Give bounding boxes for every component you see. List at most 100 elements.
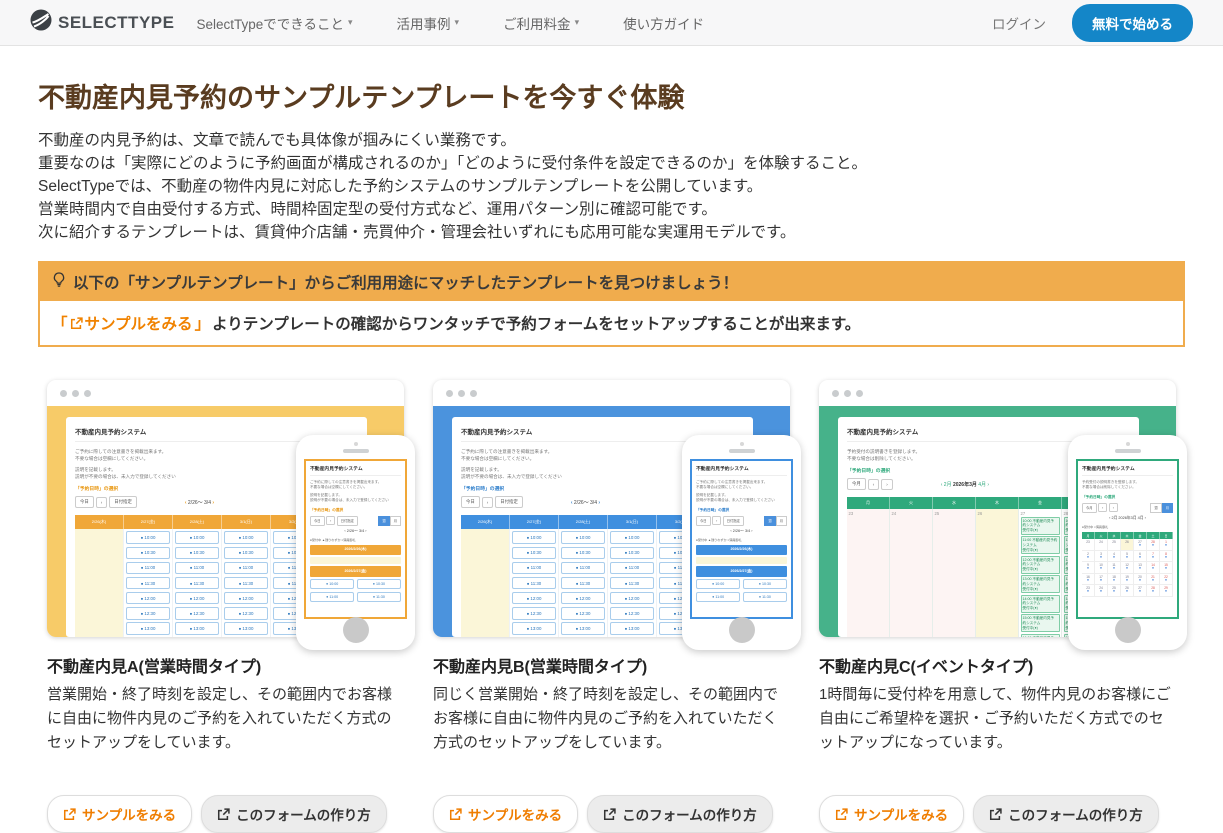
- mockup-chip-l2: 受付中(●): [1023, 567, 1058, 572]
- mockup-slot: ● 11:30: [610, 577, 654, 590]
- mockup-mc-cell: 28●: [1147, 539, 1160, 550]
- mockup-slot: ● 13:00: [610, 622, 654, 635]
- nav-menu-item[interactable]: 使い方ガイド: [623, 13, 708, 33]
- mockup-slot: ● 11:30: [126, 577, 170, 590]
- mockup-cal-date: 27: [1021, 511, 1060, 516]
- mockup-sch-col: ● 10:00● 10:30● 11:00● 11:30● 12:00● 12:…: [510, 529, 559, 636]
- mockup-slot: ● 13:00: [512, 622, 556, 635]
- mockup-mc-row: 23●24●25●26●27●28●29●: [1082, 585, 1173, 596]
- phone-home-button-icon: [1115, 617, 1141, 643]
- mockup-mc-dot: ●: [1082, 590, 1094, 594]
- mockup-mc-cell: 9●: [1082, 562, 1095, 573]
- mockup-slot: ● 12:00: [561, 592, 605, 605]
- mockup-cal-cell: 2710:00 不動産内見予約システム受付中(●)11:00 不動産内見予約シス…: [1019, 509, 1062, 637]
- mockup-chip-l2: 受付中(●): [1023, 528, 1058, 533]
- mockup-d: 26: [1121, 540, 1133, 544]
- template-card-c: 不動産内見予約システム 予約受付の説明書きを登録します。 不要な場合は削除してく…: [819, 380, 1176, 833]
- callout-sample-link[interactable]: 「サンプルをみる」: [52, 312, 210, 334]
- mockup-chip-l2: 受付中(●): [1023, 606, 1058, 611]
- howto-button-a[interactable]: このフォームの作り方: [201, 795, 387, 833]
- card-b-description: 同じく営業開始・終了時刻を設定し、その範囲内でお客様に自由に物件内見のご予約を入…: [433, 683, 790, 781]
- selecttype-logo[interactable]: SELECTTYPE: [30, 9, 174, 36]
- mockup-mc-cell: 3●: [1095, 551, 1108, 562]
- sample-button-b[interactable]: サンプルをみる: [433, 795, 578, 833]
- mockup-pslot: ● 10:30: [743, 579, 787, 589]
- mockup-a: 不動産内見予約システム ご予約に際しての注意書きを掲載出来ます。 不要な場合は空…: [47, 380, 404, 637]
- mockup-mc-cell: 27●: [1134, 585, 1147, 596]
- sample-button-a[interactable]: サンプルをみる: [47, 795, 192, 833]
- mockup-mc-hc: 日: [1160, 532, 1173, 540]
- card-c-description: 1時間毎に受付枠を用意して、物件内見のお客様にご自由にご希望枠を選択・ご予約いた…: [819, 683, 1176, 781]
- mockup-sch-col: ● 10:00● 10:30● 11:00● 11:30● 12:00● 12:…: [608, 529, 657, 636]
- external-link-icon: [217, 808, 230, 821]
- start-free-button[interactable]: 無料で始める: [1072, 4, 1193, 42]
- mockup-slot: ● 12:00: [126, 592, 170, 605]
- intro-line: 不動産の内見予約は、文章で読んでも具体像が掴みにくい業務です。: [38, 129, 1185, 152]
- mockup-mc-cell: 15●: [1160, 562, 1173, 573]
- mockup-mc-dot: ●: [1121, 590, 1133, 594]
- mockup-mc-dot: ●: [1134, 544, 1146, 548]
- mockup-chip-l1: 13:00 不動産内見予約システム: [1023, 577, 1058, 586]
- nav-right: ログイン 無料で始める: [992, 4, 1193, 42]
- mockup-mc-dot: ●: [1147, 556, 1159, 560]
- mockup-chip: 16:00 不動産内見予約システム受付中(●): [1021, 634, 1060, 637]
- nav-menu-item[interactable]: SelectTypeでできること▾: [196, 13, 352, 33]
- mockup-mc-cell: 11●: [1108, 562, 1121, 573]
- mockup-mc-row: 2324252627●28●1●: [1082, 539, 1173, 550]
- intro-line: SelectTypeでは、不動産の物件内見に対応した予約システムのサンプルテンプ…: [38, 175, 1185, 198]
- mockup-sch-col: ● 10:00● 10:30● 11:00● 11:30● 12:00● 12:…: [173, 529, 222, 636]
- mockup-chip: 12:00 不動産内見予約システム受付中(●): [1021, 556, 1060, 574]
- mockup-mc-dot: ●: [1108, 567, 1120, 571]
- mockup-mc-row: 2●3●4●5●6●7●8●: [1082, 551, 1173, 562]
- mockup-d: 24: [1095, 540, 1107, 544]
- nav-menu-item[interactable]: 活用事例▾: [397, 13, 460, 33]
- mockup-sch-hc: 3/1(日): [222, 515, 271, 529]
- mockup-slot: ● 11:00: [561, 562, 605, 575]
- mockup-slot: ● 12:00: [224, 592, 268, 605]
- mockup-pslot: ● 10:00: [310, 579, 354, 589]
- mockup-cal-hc: 木: [976, 497, 1019, 509]
- card-a-description: 営業開始・終了時刻を設定し、その範囲内でお客様に自由に物件内見のご予約を入れてい…: [47, 683, 404, 781]
- sample-button-c[interactable]: サンプルをみる: [819, 795, 964, 833]
- mockup-slot: ● 10:00: [512, 531, 556, 544]
- mockup-slot: ● 11:30: [512, 577, 556, 590]
- mockup-slot: ● 11:00: [175, 562, 219, 575]
- mockup-slot: ● 10:30: [561, 547, 605, 560]
- howto-button-c[interactable]: このフォームの作り方: [973, 795, 1159, 833]
- mockup-pslot: ● 10:30: [357, 579, 401, 589]
- mockup-slot: ● 12:30: [561, 607, 605, 620]
- mockup-cal-cell: 23: [847, 509, 890, 637]
- mockup-mc-cell: 24●: [1095, 585, 1108, 596]
- login-link[interactable]: ログイン: [992, 13, 1046, 33]
- mockup-slot: ● 11:00: [610, 562, 654, 575]
- selecttype-logo-icon: [30, 9, 52, 36]
- browser-chrome: [819, 380, 1176, 406]
- nav-menu-item[interactable]: ご利用料金▾: [503, 13, 579, 33]
- mockup-mc-dot: ●: [1134, 556, 1146, 560]
- mockup-mc-cell: 24: [1095, 539, 1108, 550]
- mockup-mc-dot: ●: [1160, 556, 1172, 560]
- mockup-mc-cell: 22●: [1160, 574, 1173, 585]
- intro-line: 重要なのは「実際にどのように予約画面が構成されるのか」「どのように受付条件を設定…: [38, 152, 1185, 175]
- mockup-chip: 14:00 不動産内見予約システム受付中(●): [1021, 595, 1060, 613]
- mockup-mc-dot: ●: [1134, 567, 1146, 571]
- mockup-mc-cell: 25●: [1108, 585, 1121, 596]
- top-navbar: SELECTTYPE SelectTypeでできること▾ 活用事例▾ ご利用料金…: [0, 0, 1223, 46]
- mockup-mc-cell: 13●: [1134, 562, 1147, 573]
- mockup-mc-cell: 26●: [1121, 585, 1134, 596]
- window-dot-icon: [84, 390, 91, 397]
- mockup-mc-row: 16●17●18●19●20●21●22●: [1082, 574, 1173, 585]
- mockup-mc-hc: 土: [1147, 532, 1160, 540]
- mockup-slot: ● 10:00: [610, 531, 654, 544]
- external-link-icon: [63, 808, 76, 821]
- mockup-cal-hc: 水: [933, 497, 976, 509]
- mockup-sch-col: ● 10:00● 10:30● 11:00● 11:30● 12:00● 12:…: [222, 529, 271, 636]
- browser-chrome: [433, 380, 790, 406]
- howto-button-b[interactable]: このフォームの作り方: [587, 795, 773, 833]
- mockup-cal-cell: 25: [933, 509, 976, 637]
- mockup-d: 23: [1082, 540, 1094, 544]
- mockup-chip: 15:00 不動産内見予約システム受付中(●): [1021, 614, 1060, 632]
- mockup-mc-dot: ●: [1095, 567, 1107, 571]
- mockup-slot: ● 12:00: [512, 592, 556, 605]
- callout-body: 「サンプルをみる」 よりテンプレートの確認からワンタッチで予約フォームをセットア…: [40, 301, 1183, 345]
